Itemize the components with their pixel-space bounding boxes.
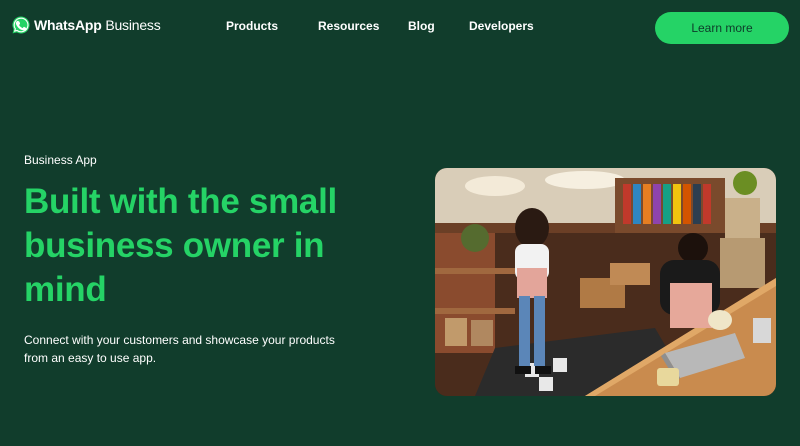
plant	[733, 171, 757, 195]
table	[610, 263, 650, 285]
hero-eyebrow: Business App	[24, 153, 97, 167]
person-jeans	[534, 296, 545, 366]
logo-wordmark-strong: WhatsApp	[34, 17, 102, 33]
product	[703, 184, 711, 224]
product	[633, 184, 641, 224]
nav-item-blog[interactable]: Blog	[408, 19, 435, 33]
yarn-ball	[708, 310, 732, 330]
floor-tile	[539, 377, 553, 391]
product	[673, 184, 681, 224]
nav-item-developers[interactable]: Developers	[469, 19, 534, 33]
product	[663, 184, 671, 224]
shoe	[535, 366, 551, 374]
basket	[445, 318, 467, 346]
hero-photo	[435, 168, 776, 396]
learn-more-button[interactable]: Learn more	[655, 12, 789, 44]
logo-wordmark: WhatsApp Business	[34, 17, 161, 33]
light-fixture	[465, 176, 525, 196]
person-jeans	[519, 296, 530, 366]
display-box	[720, 238, 765, 288]
whatsapp-logo-icon	[11, 15, 31, 35]
product	[693, 184, 701, 224]
nav-item-products[interactable]: Products	[226, 19, 278, 33]
shelf	[435, 268, 515, 274]
shoe	[515, 366, 531, 374]
nav-item-resources[interactable]: Resources	[318, 19, 379, 33]
product	[683, 184, 691, 224]
logo-wordmark-light: Business	[105, 17, 161, 33]
product	[623, 184, 631, 224]
register	[753, 318, 771, 343]
shop-interior-illustration	[435, 168, 776, 396]
person-apron	[517, 268, 547, 298]
light-fixture	[545, 171, 625, 189]
hero-description: Connect with your customers and showcase…	[24, 333, 335, 365]
floor-tile	[553, 358, 567, 372]
basket	[471, 320, 493, 346]
person-hair	[678, 233, 708, 263]
hero-headline: Built with the small business owner in m…	[24, 182, 337, 309]
whatsapp-business-logo[interactable]: WhatsApp Business	[11, 15, 161, 35]
product	[653, 184, 661, 224]
person-apron	[670, 283, 712, 328]
plant	[461, 224, 489, 252]
cup	[657, 368, 679, 386]
product	[643, 184, 651, 224]
person-hair	[515, 208, 549, 248]
shelf	[435, 308, 515, 314]
site-header: WhatsApp Business Products Resources Blo…	[0, 0, 800, 54]
